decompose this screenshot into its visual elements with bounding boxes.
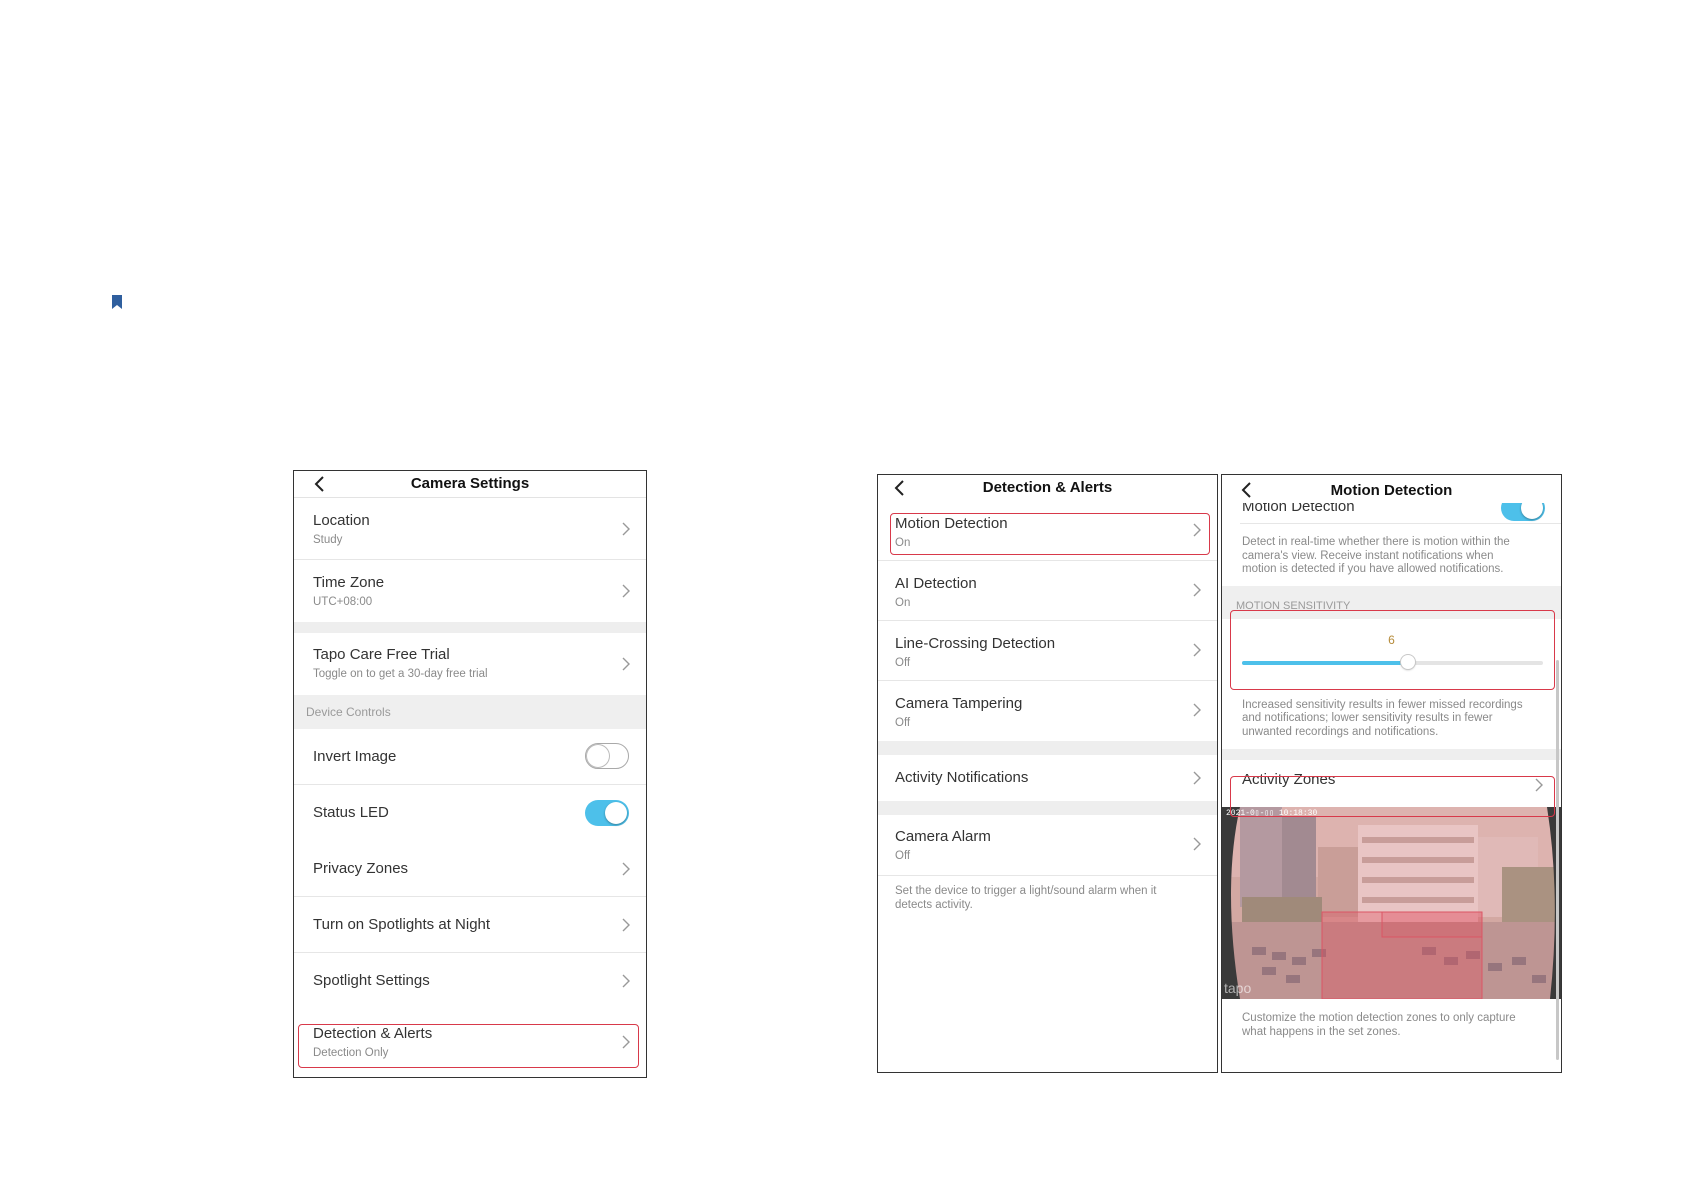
setting-location[interactable]: Location Study (294, 498, 646, 560)
highlight-box (890, 513, 1210, 555)
highlight-box (1230, 776, 1555, 817)
header: Detection & Alerts (878, 475, 1217, 501)
activity-notifications-label: Activity Notifications (895, 769, 1029, 786)
highlight-box (298, 1024, 639, 1068)
chevron-right-icon (622, 974, 630, 988)
time-zone-label: Time Zone (313, 574, 385, 591)
chevron-right-icon (622, 657, 630, 671)
chevron-right-icon (622, 918, 630, 932)
location-value: Study (313, 534, 343, 546)
chevron-right-icon (1193, 583, 1201, 597)
chevron-right-icon (1193, 643, 1201, 657)
chevron-right-icon (622, 584, 630, 598)
device-controls-header: Device Controls (294, 695, 646, 729)
section-separator (1222, 749, 1561, 760)
header: Camera Settings (294, 471, 646, 498)
chevron-right-icon (1193, 771, 1201, 785)
camera-alarm-description: Set the device to trigger a light/sound … (878, 876, 1217, 912)
desc-line: motion is detected if you have allowed n… (1242, 563, 1504, 575)
tapo-care-value: Toggle on to get a 30-day free trial (313, 668, 488, 680)
desc-line: and notifications; lower sensitivity res… (1242, 712, 1493, 724)
highlight-box (1230, 610, 1555, 690)
setting-spotlight-settings[interactable]: Spotlight Settings (294, 953, 646, 1009)
location-label: Location (313, 512, 370, 529)
motion-detection-description: Detect in real-time whether there is mot… (1222, 524, 1561, 586)
page-title: Camera Settings (410, 475, 530, 492)
page-title: Detection & Alerts (982, 479, 1113, 496)
desc-line: camera's view. Receive instant notificat… (1242, 549, 1494, 562)
desc-line: Detect in real-time whether there is mot… (1242, 536, 1510, 548)
section-separator (878, 741, 1217, 755)
bookmark-icon (112, 295, 122, 309)
section-separator (294, 622, 646, 633)
desc-line: Increased sensitivity results in fewer m… (1242, 698, 1523, 711)
setting-tapo-care[interactable]: Tapo Care Free Trial Toggle on to get a … (294, 633, 646, 695)
toggle-knob (1521, 503, 1543, 519)
camera-alarm-label: Camera Alarm (895, 828, 991, 845)
toggle-knob (587, 745, 609, 767)
sensitivity-description: Increased sensitivity results in fewer m… (1222, 699, 1561, 750)
motion-detection-toggle-label: Motion Detection (1242, 503, 1355, 515)
motion-detection-toggle-row: Motion Detection (1222, 503, 1561, 523)
section-separator (878, 801, 1217, 815)
motion-detection-toggle[interactable] (1501, 503, 1545, 521)
time-zone-value: UTC+08:00 (313, 596, 373, 608)
desc-line: what happens in the set zones. (1242, 1025, 1401, 1038)
ai-detection-label: AI Detection (895, 575, 977, 592)
line-crossing-label: Line-Crossing Detection (895, 635, 1056, 652)
desc-line: Customize the motion detection zones to … (1242, 1012, 1516, 1024)
setting-privacy-zones[interactable]: Privacy Zones (294, 841, 646, 897)
desc-line: unwanted recordings and notifications. (1242, 725, 1439, 738)
setting-status-led: Status LED (294, 785, 646, 841)
detection-alerts-screen: Detection & Alerts Motion Detection On A… (877, 474, 1218, 1073)
page-title: Motion Detection (1330, 482, 1453, 499)
spotlights-night-label: Turn on Spotlights at Night (313, 916, 491, 933)
alarm-desc-line: Set the device to trigger a light/sound … (895, 885, 1157, 897)
camera-tampering-label: Camera Tampering (895, 695, 1023, 712)
line-crossing-value: Off (895, 657, 911, 669)
ai-detection-value: On (895, 597, 911, 609)
chevron-right-icon (1193, 837, 1201, 851)
toggle-knob (605, 802, 627, 824)
chevron-right-icon (1193, 703, 1201, 717)
activity-zones-description: Customize the motion detection zones to … (1222, 999, 1561, 1039)
setting-camera-tampering[interactable]: Camera Tampering Off (878, 681, 1217, 741)
camera-preview-image: 2021-0▯-▯▯ 10:18:30 tapo (1222, 807, 1561, 999)
privacy-zones-label: Privacy Zones (313, 860, 409, 877)
setting-line-crossing[interactable]: Line-Crossing Detection Off (878, 621, 1217, 681)
spotlight-settings-label: Spotlight Settings (313, 972, 430, 989)
chevron-right-icon (622, 862, 630, 876)
invert-image-toggle[interactable] (585, 743, 629, 769)
chevron-right-icon (622, 522, 630, 536)
setting-camera-alarm[interactable]: Camera Alarm Off (878, 815, 1217, 876)
tapo-care-label: Tapo Care Free Trial (313, 646, 450, 663)
setting-spotlights-night[interactable]: Turn on Spotlights at Night (294, 897, 646, 953)
setting-ai-detection[interactable]: AI Detection On (878, 561, 1217, 621)
alarm-desc-line: detects activity. (895, 898, 973, 911)
scrollbar[interactable] (1556, 660, 1559, 1060)
motion-detection-screen: Motion Detection Motion Detection Detect… (1221, 474, 1562, 1073)
setting-activity-notifications[interactable]: Activity Notifications (878, 755, 1217, 801)
camera-settings-screen: Camera Settings Location Study Time Zone… (293, 470, 647, 1078)
setting-invert-image: Invert Image (294, 729, 646, 785)
camera-alarm-value: Off (895, 850, 911, 862)
status-led-toggle[interactable] (585, 800, 629, 826)
header: Motion Detection (1222, 475, 1561, 503)
camera-tampering-value: Off (895, 717, 911, 729)
setting-time-zone[interactable]: Time Zone UTC+08:00 (294, 560, 646, 622)
svg-text:tapo: tapo (1224, 980, 1251, 996)
